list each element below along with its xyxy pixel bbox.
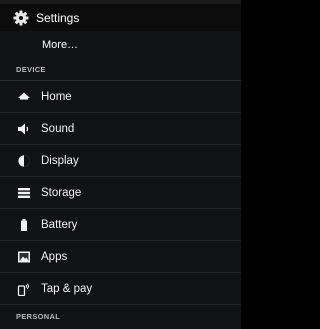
settings-item-label: Apps xyxy=(41,250,68,263)
settings-item-home[interactable]: Home xyxy=(0,81,241,113)
settings-item-label: Storage xyxy=(41,186,82,199)
section-label: DEVICE xyxy=(16,64,46,74)
settings-item-apps[interactable]: Apps xyxy=(0,241,241,273)
settings-item-label: Display xyxy=(41,154,79,167)
settings-item-sound[interactable]: Sound xyxy=(0,113,241,145)
action-bar: Settings xyxy=(0,4,241,31)
more-label: More… xyxy=(42,38,79,51)
section-header-personal: PERSONAL xyxy=(0,305,241,327)
more-item[interactable]: More… xyxy=(0,31,241,58)
tap-pay-icon xyxy=(17,282,31,296)
section-label: PERSONAL xyxy=(16,311,61,321)
storage-icon xyxy=(17,186,31,200)
settings-item-storage[interactable]: Storage xyxy=(0,177,241,209)
battery-icon xyxy=(17,218,31,232)
settings-item-display[interactable]: Display xyxy=(0,145,241,177)
page-title: Settings xyxy=(36,10,80,25)
section-header-device: DEVICE xyxy=(0,58,241,81)
speaker-icon xyxy=(17,122,31,136)
settings-item-battery[interactable]: Battery xyxy=(0,209,241,241)
gear-icon[interactable] xyxy=(12,9,30,27)
settings-item-label: Sound xyxy=(41,122,75,135)
settings-item-tap-pay[interactable]: Tap & pay xyxy=(0,273,241,305)
settings-list: More… DEVICE Home Sound Display Storage … xyxy=(0,31,241,329)
settings-item-label: Battery xyxy=(41,218,78,231)
apps-icon xyxy=(17,250,31,264)
settings-item-label: Tap & pay xyxy=(41,282,93,295)
brightness-icon xyxy=(17,154,31,168)
settings-item-label: Home xyxy=(41,90,72,103)
home-icon xyxy=(17,90,31,104)
